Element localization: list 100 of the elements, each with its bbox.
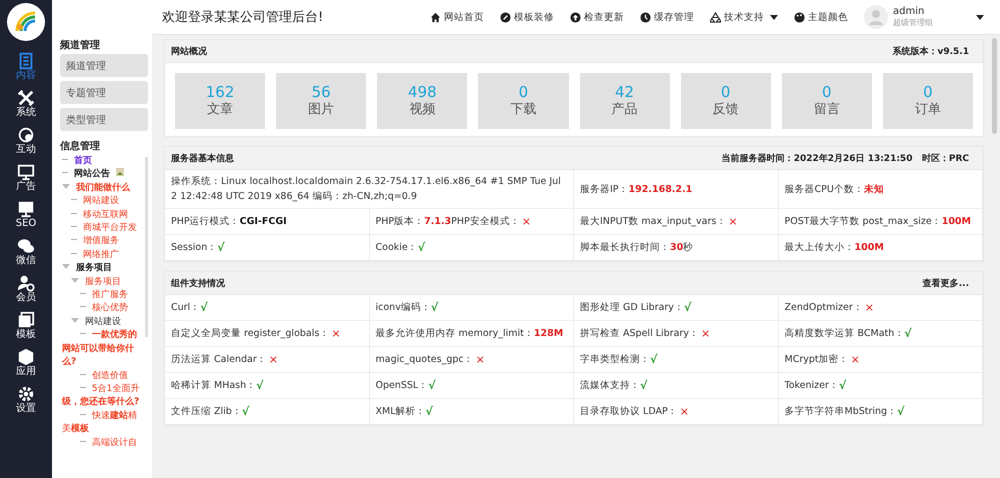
- info-cell: 图形处理 GD Library：√: [574, 295, 778, 321]
- section-heading: 频道管理: [60, 38, 101, 52]
- header-link[interactable]: 模板装修: [500, 10, 554, 24]
- info-cell: 服务器CPU个数：未知: [778, 170, 983, 209]
- tree-item[interactable]: 快速建站精美模板: [62, 410, 143, 437]
- tree-item[interactable]: 增值服务: [62, 235, 143, 249]
- stat-label: 反馈: [712, 101, 739, 119]
- info-cell: 高精度数学运算 BCMath：√: [778, 321, 983, 347]
- channel-button[interactable]: 类型管理: [60, 108, 148, 131]
- info-cell: 最大INPUT数 max_input_vars： ×: [574, 209, 778, 235]
- nav-rail-item[interactable]: 会员: [0, 273, 52, 304]
- tree-item[interactable]: 核心优势: [62, 302, 143, 316]
- tree-item[interactable]: 网站公告: [62, 168, 143, 182]
- stat-card[interactable]: 0 下载: [478, 73, 568, 129]
- tree-item[interactable]: 网站建设: [62, 316, 143, 330]
- info-cell: PHP运行模式：CGI-FCGI: [165, 209, 370, 235]
- clock-icon: [640, 12, 651, 22]
- expand-triangle-icon[interactable]: [62, 262, 70, 270]
- logo-icon: [7, 3, 45, 41]
- info-cell: PHP版本：7.1.3PHP安全模式： ×: [370, 209, 574, 235]
- tree-item[interactable]: 服务项目: [62, 276, 143, 290]
- nav-rail-item[interactable]: 设置: [0, 384, 52, 415]
- tree-item[interactable]: 创造价值: [62, 370, 143, 383]
- document-icon: [17, 52, 35, 70]
- stat-value: 498: [408, 83, 437, 101]
- stat-label: 视频: [409, 101, 436, 119]
- stat-card[interactable]: 56 图片: [276, 73, 366, 129]
- section-heading: 信息管理: [60, 140, 101, 153]
- stat-card[interactable]: 0 反馈: [680, 73, 771, 129]
- info-cell: ZendOptmizer： ×: [778, 295, 983, 321]
- stat-value: 0: [720, 83, 730, 101]
- nav-rail-item[interactable]: SEO: [0, 199, 52, 230]
- stat-label: 留言: [814, 101, 840, 119]
- settings-icon: [17, 384, 35, 402]
- tree-item[interactable]: 高端设计自: [62, 436, 143, 450]
- expand-triangle-icon[interactable]: [71, 316, 79, 324]
- info-cell: 字串类型检测：√: [574, 347, 778, 373]
- stat-label: 产品: [612, 101, 638, 119]
- stat-card[interactable]: 162 文章: [175, 73, 266, 129]
- tree-item[interactable]: 我们能做什么: [62, 182, 143, 196]
- scrollbar[interactable]: [992, 38, 997, 134]
- nav-rail-item[interactable]: 模板: [0, 310, 52, 341]
- tree-item[interactable]: 5合1全面升级，您还在等什么?: [62, 382, 143, 410]
- info-cell: OpenSSL：√: [370, 373, 574, 399]
- wechat-icon: [17, 236, 35, 254]
- info-cell: 目录存取协议 LDAP： ×: [574, 399, 778, 425]
- panel-title: 服务器基本信息: [171, 152, 234, 164]
- nav-rail-item[interactable]: 广告: [0, 162, 52, 193]
- header-link[interactable]: 主题颜色: [794, 10, 848, 24]
- channel-button[interactable]: 专题管理: [60, 81, 148, 104]
- stat-label: 订单: [914, 101, 941, 119]
- nav-rail-item[interactable]: 应用: [0, 347, 52, 378]
- tree-item[interactable]: 网站建设: [62, 195, 143, 209]
- user-gear-icon: [17, 274, 35, 292]
- expand-triangle-icon[interactable]: [62, 182, 70, 190]
- info-cell: 脚本最长执行时间：30秒: [574, 235, 778, 261]
- pages-icon: [17, 310, 35, 328]
- scrollbar[interactable]: [145, 157, 148, 337]
- stat-card[interactable]: 0 订单: [882, 73, 973, 129]
- channel-button[interactable]: 频道管理: [60, 54, 148, 77]
- info-cell: 流媒体支持：√: [574, 373, 778, 399]
- stat-value: 162: [206, 83, 234, 101]
- page-title: 欢迎登录某某公司管理后台!: [162, 9, 324, 26]
- stat-label: 文章: [207, 101, 234, 119]
- more-link[interactable]: 查看更多...: [922, 276, 969, 290]
- avatar-icon: [864, 5, 888, 29]
- stat-value: 0: [518, 83, 528, 101]
- stat-value: 0: [923, 83, 933, 101]
- info-cell: 文件压缩 Zlib：√: [165, 399, 370, 425]
- stat-label: 图片: [308, 101, 334, 119]
- tree-item[interactable]: 服务项目: [62, 262, 143, 276]
- home-icon: [430, 12, 441, 22]
- header-link[interactable]: 检查更新: [570, 10, 624, 24]
- nav-rail-item[interactable]: 内容: [0, 51, 52, 82]
- tree-item[interactable]: 一款优秀的网站可以带给你什么?: [62, 329, 143, 370]
- stat-card[interactable]: 0 留言: [782, 73, 872, 129]
- header-link[interactable]: 网站首页: [430, 10, 484, 24]
- info-cell: 最大上传大小：100M: [778, 235, 983, 261]
- expand-triangle-icon[interactable]: [71, 276, 79, 284]
- tree-item[interactable]: 商城平台开发: [62, 222, 143, 236]
- nav-rail-item[interactable]: 系统: [0, 88, 52, 119]
- tree-item[interactable]: 首页: [62, 155, 143, 168]
- info-cell: Cookie：√: [370, 235, 574, 261]
- nav-rail-item[interactable]: 微信: [0, 236, 52, 267]
- tree-item[interactable]: 网络推广: [62, 248, 143, 262]
- info-cell: 哈稀计算 MHash：√: [165, 373, 370, 399]
- info-cell: MCrypt加密： ×: [778, 347, 983, 373]
- info-cell: Tokenizer：√: [778, 373, 983, 399]
- stat-card[interactable]: 498 视频: [377, 73, 468, 129]
- info-cell: XML解析：√: [370, 399, 574, 425]
- caret-icon[interactable]: [976, 14, 984, 20]
- stat-card[interactable]: 42 产品: [580, 73, 670, 129]
- info-cell: 历法运算 Calendar： ×: [165, 347, 370, 373]
- info-cell: Curl：√: [165, 295, 370, 321]
- nav-rail-item[interactable]: 互动: [0, 125, 52, 156]
- tools-icon: [17, 88, 35, 106]
- header-link[interactable]: 缓存管理: [640, 10, 694, 24]
- header-link[interactable]: 技术支持: [710, 10, 778, 24]
- tree-item[interactable]: 移动互联网: [62, 208, 143, 222]
- tree-item[interactable]: 推广服务: [62, 289, 143, 302]
